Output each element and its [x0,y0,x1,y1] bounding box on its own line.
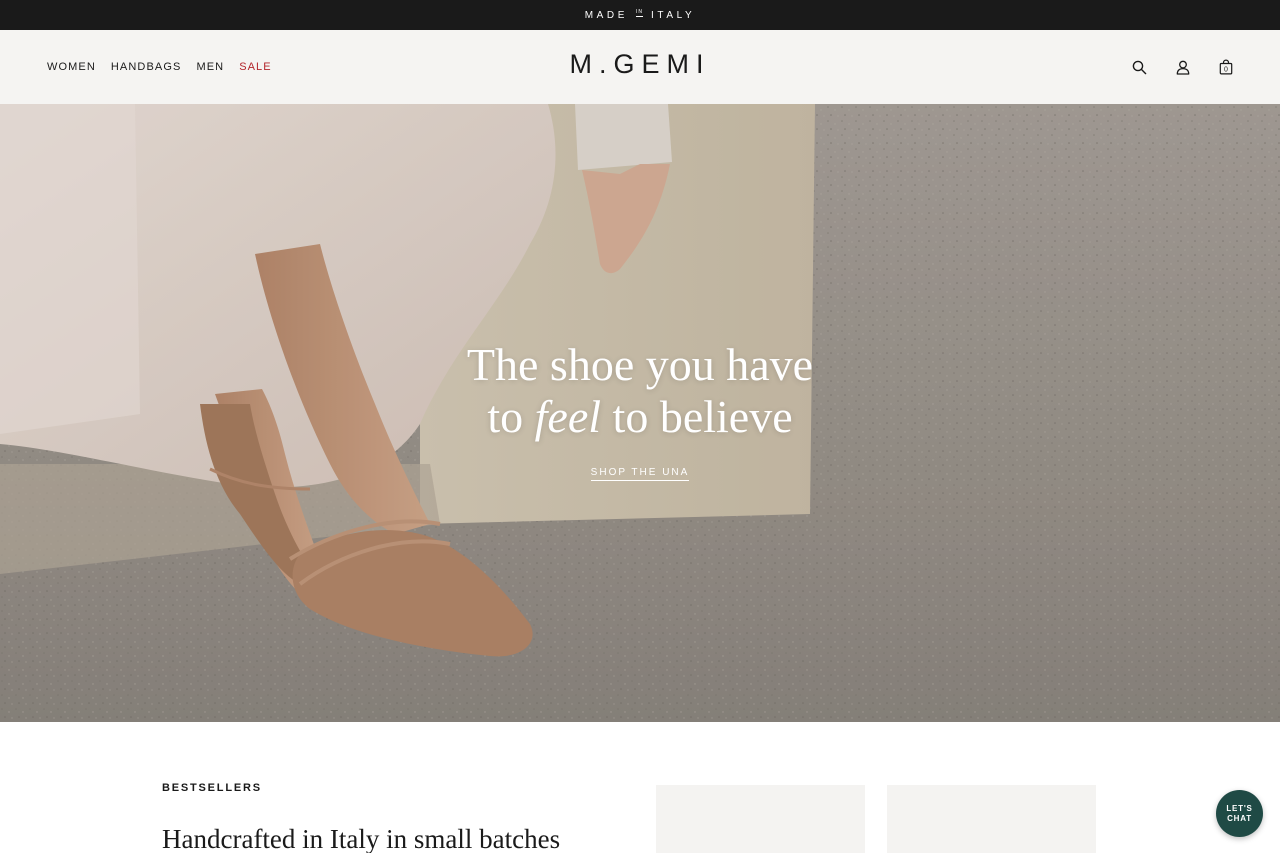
shop-the-una-link[interactable]: SHOP THE UNA [590,467,690,481]
hero-headline-line2: to feel to believe [0,391,1280,443]
nav-item-women[interactable]: WOMEN [47,61,96,73]
product-card[interactable] [656,785,865,853]
hero-banner[interactable]: The shoe you have to feel to believe SHO… [0,104,1280,722]
cart-icon[interactable]: 0 [1217,59,1234,76]
chat-label-line2: CHAT [1227,813,1252,823]
announcement-bar: MADE IN ITALY [0,0,1280,30]
product-card[interactable] [887,785,1096,853]
hero-headline-post: to believe [601,391,793,442]
nav-item-sale[interactable]: SALE [239,61,272,73]
chat-label-line1: LET'S [1226,803,1253,813]
hero-headline: The shoe you have to feel to believe [0,339,1280,443]
main-nav: WOMEN HANDBAGS MEN SALE [47,30,272,104]
brand-logo[interactable]: M.GEMI [570,49,711,79]
hero-headline-em: feel [534,391,602,442]
bestsellers-subheading: Handcrafted in Italy in small batches [162,824,561,853]
announcement-in: IN [635,9,643,17]
lets-chat-button[interactable]: LET'S CHAT [1216,790,1263,837]
hero-text: The shoe you have to feel to believe SHO… [0,339,1280,481]
nav-item-handbags[interactable]: HANDBAGS [111,61,182,73]
announcement-made: MADE [584,9,628,21]
nav-item-men[interactable]: MEN [196,61,224,73]
bestsellers-section: BESTSELLERS Handcrafted in Italy in smal… [162,782,560,853]
hero-headline-pre: to [487,391,535,442]
bestsellers-eyebrow: BESTSELLERS [162,782,262,794]
header-icons: 0 [1131,30,1234,104]
site-header: WOMEN HANDBAGS MEN SALE M.GEMI 0 [0,30,1280,104]
account-icon[interactable] [1174,59,1191,76]
search-icon[interactable] [1131,59,1148,76]
cart-count: 0 [1224,67,1228,74]
hero-headline-line1: The shoe you have [466,339,814,390]
made-in-italy-link[interactable]: MADE IN ITALY [584,9,696,21]
announcement-italy: ITALY [650,9,696,21]
